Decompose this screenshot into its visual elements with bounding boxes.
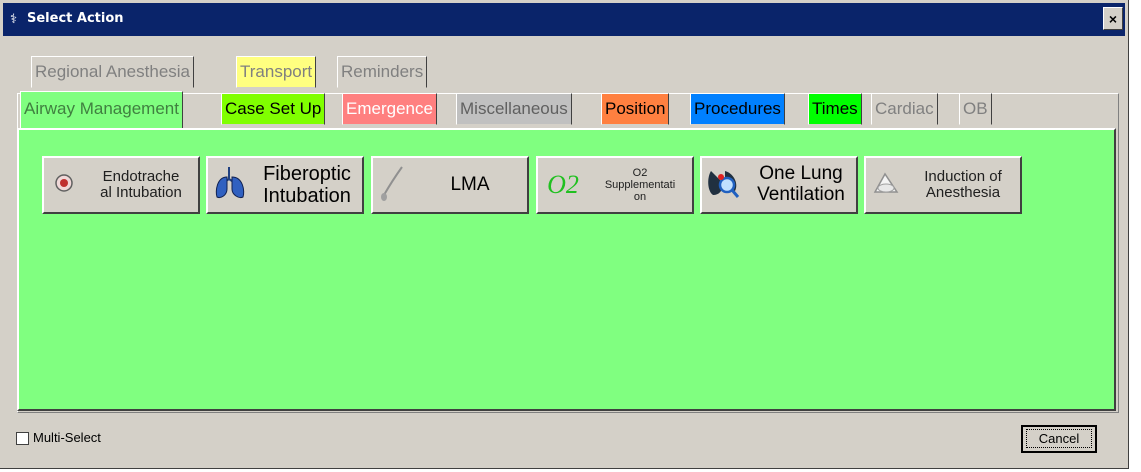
tab-transport[interactable]: Transport <box>236 56 317 88</box>
fiberoptic-intubation-button[interactable]: Fiberoptic Intubation <box>206 156 364 214</box>
app-icon: ⚕ <box>10 11 18 26</box>
tab-reminders[interactable]: Reminders <box>337 56 428 88</box>
tab-regional-anesthesia[interactable]: Regional Anesthesia <box>31 56 195 88</box>
o2-label-1: O2 <box>632 166 648 179</box>
fiberoptic-label-2: Intubation <box>263 185 351 207</box>
gauge-icon <box>44 173 84 198</box>
fiberoptic-label-1: Fiberoptic <box>263 163 351 185</box>
tab-miscellaneous[interactable]: Miscellaneous <box>456 93 572 125</box>
one-lung-label-2: Ventilation <box>757 184 845 205</box>
tab-ob[interactable]: OB <box>959 93 992 125</box>
lung-magnifier-icon <box>702 165 746 206</box>
o2-label-3: on <box>633 191 647 204</box>
one-lung-label-1: One Lung <box>759 163 843 185</box>
tab-emergence[interactable]: Emergence <box>342 93 437 125</box>
close-button[interactable]: × <box>1103 7 1123 30</box>
induction-label-1: Induction of <box>924 167 1002 185</box>
cancel-button[interactable]: Cancel <box>1021 425 1097 453</box>
checkbox-box[interactable] <box>16 432 29 446</box>
endotracheal-label-1: Endotrache <box>102 167 180 185</box>
one-lung-ventilation-button[interactable]: One Lung Ventilation <box>700 156 858 214</box>
cancel-label: Cancel <box>1025 429 1093 448</box>
induction-of-anesthesia-button[interactable]: Induction of Anesthesia <box>864 156 1022 214</box>
endotracheal-intubation-button[interactable]: Endotrache al Intubation <box>42 156 200 214</box>
lma-button[interactable]: LMA <box>371 156 529 214</box>
tab-case-set-up[interactable]: Case Set Up <box>221 93 326 125</box>
mask-icon <box>866 170 906 201</box>
o2-label-2: Supplementati <box>604 178 676 191</box>
multi-select-label: Multi-Select <box>33 430 101 445</box>
tab-position[interactable]: Position <box>601 93 670 125</box>
tab-procedures[interactable]: Procedures <box>690 93 785 125</box>
multi-select-checkbox[interactable]: Multi-Select <box>16 430 101 446</box>
lma-label: LMA <box>450 173 490 195</box>
induction-label-2: Anesthesia <box>925 184 1001 201</box>
o2-icon: O2 <box>547 170 579 199</box>
tab-cardiac[interactable]: Cardiac <box>871 93 938 125</box>
tab-times[interactable]: Times <box>808 93 862 125</box>
title-bar: ⚕ Select Action × <box>3 3 1125 36</box>
select-action-dialog: ⚕ Select Action × Regional Anesthesia Tr… <box>0 0 1129 469</box>
lma-device-icon <box>373 163 413 208</box>
lungs-icon <box>208 165 252 206</box>
window-title: Select Action <box>27 11 124 26</box>
tab-airway-management[interactable]: Airway Management <box>20 91 183 129</box>
endotracheal-label-2: al Intubation <box>100 184 182 201</box>
o2-supplementation-button[interactable]: O2 O2 Supplementati on <box>536 156 694 214</box>
